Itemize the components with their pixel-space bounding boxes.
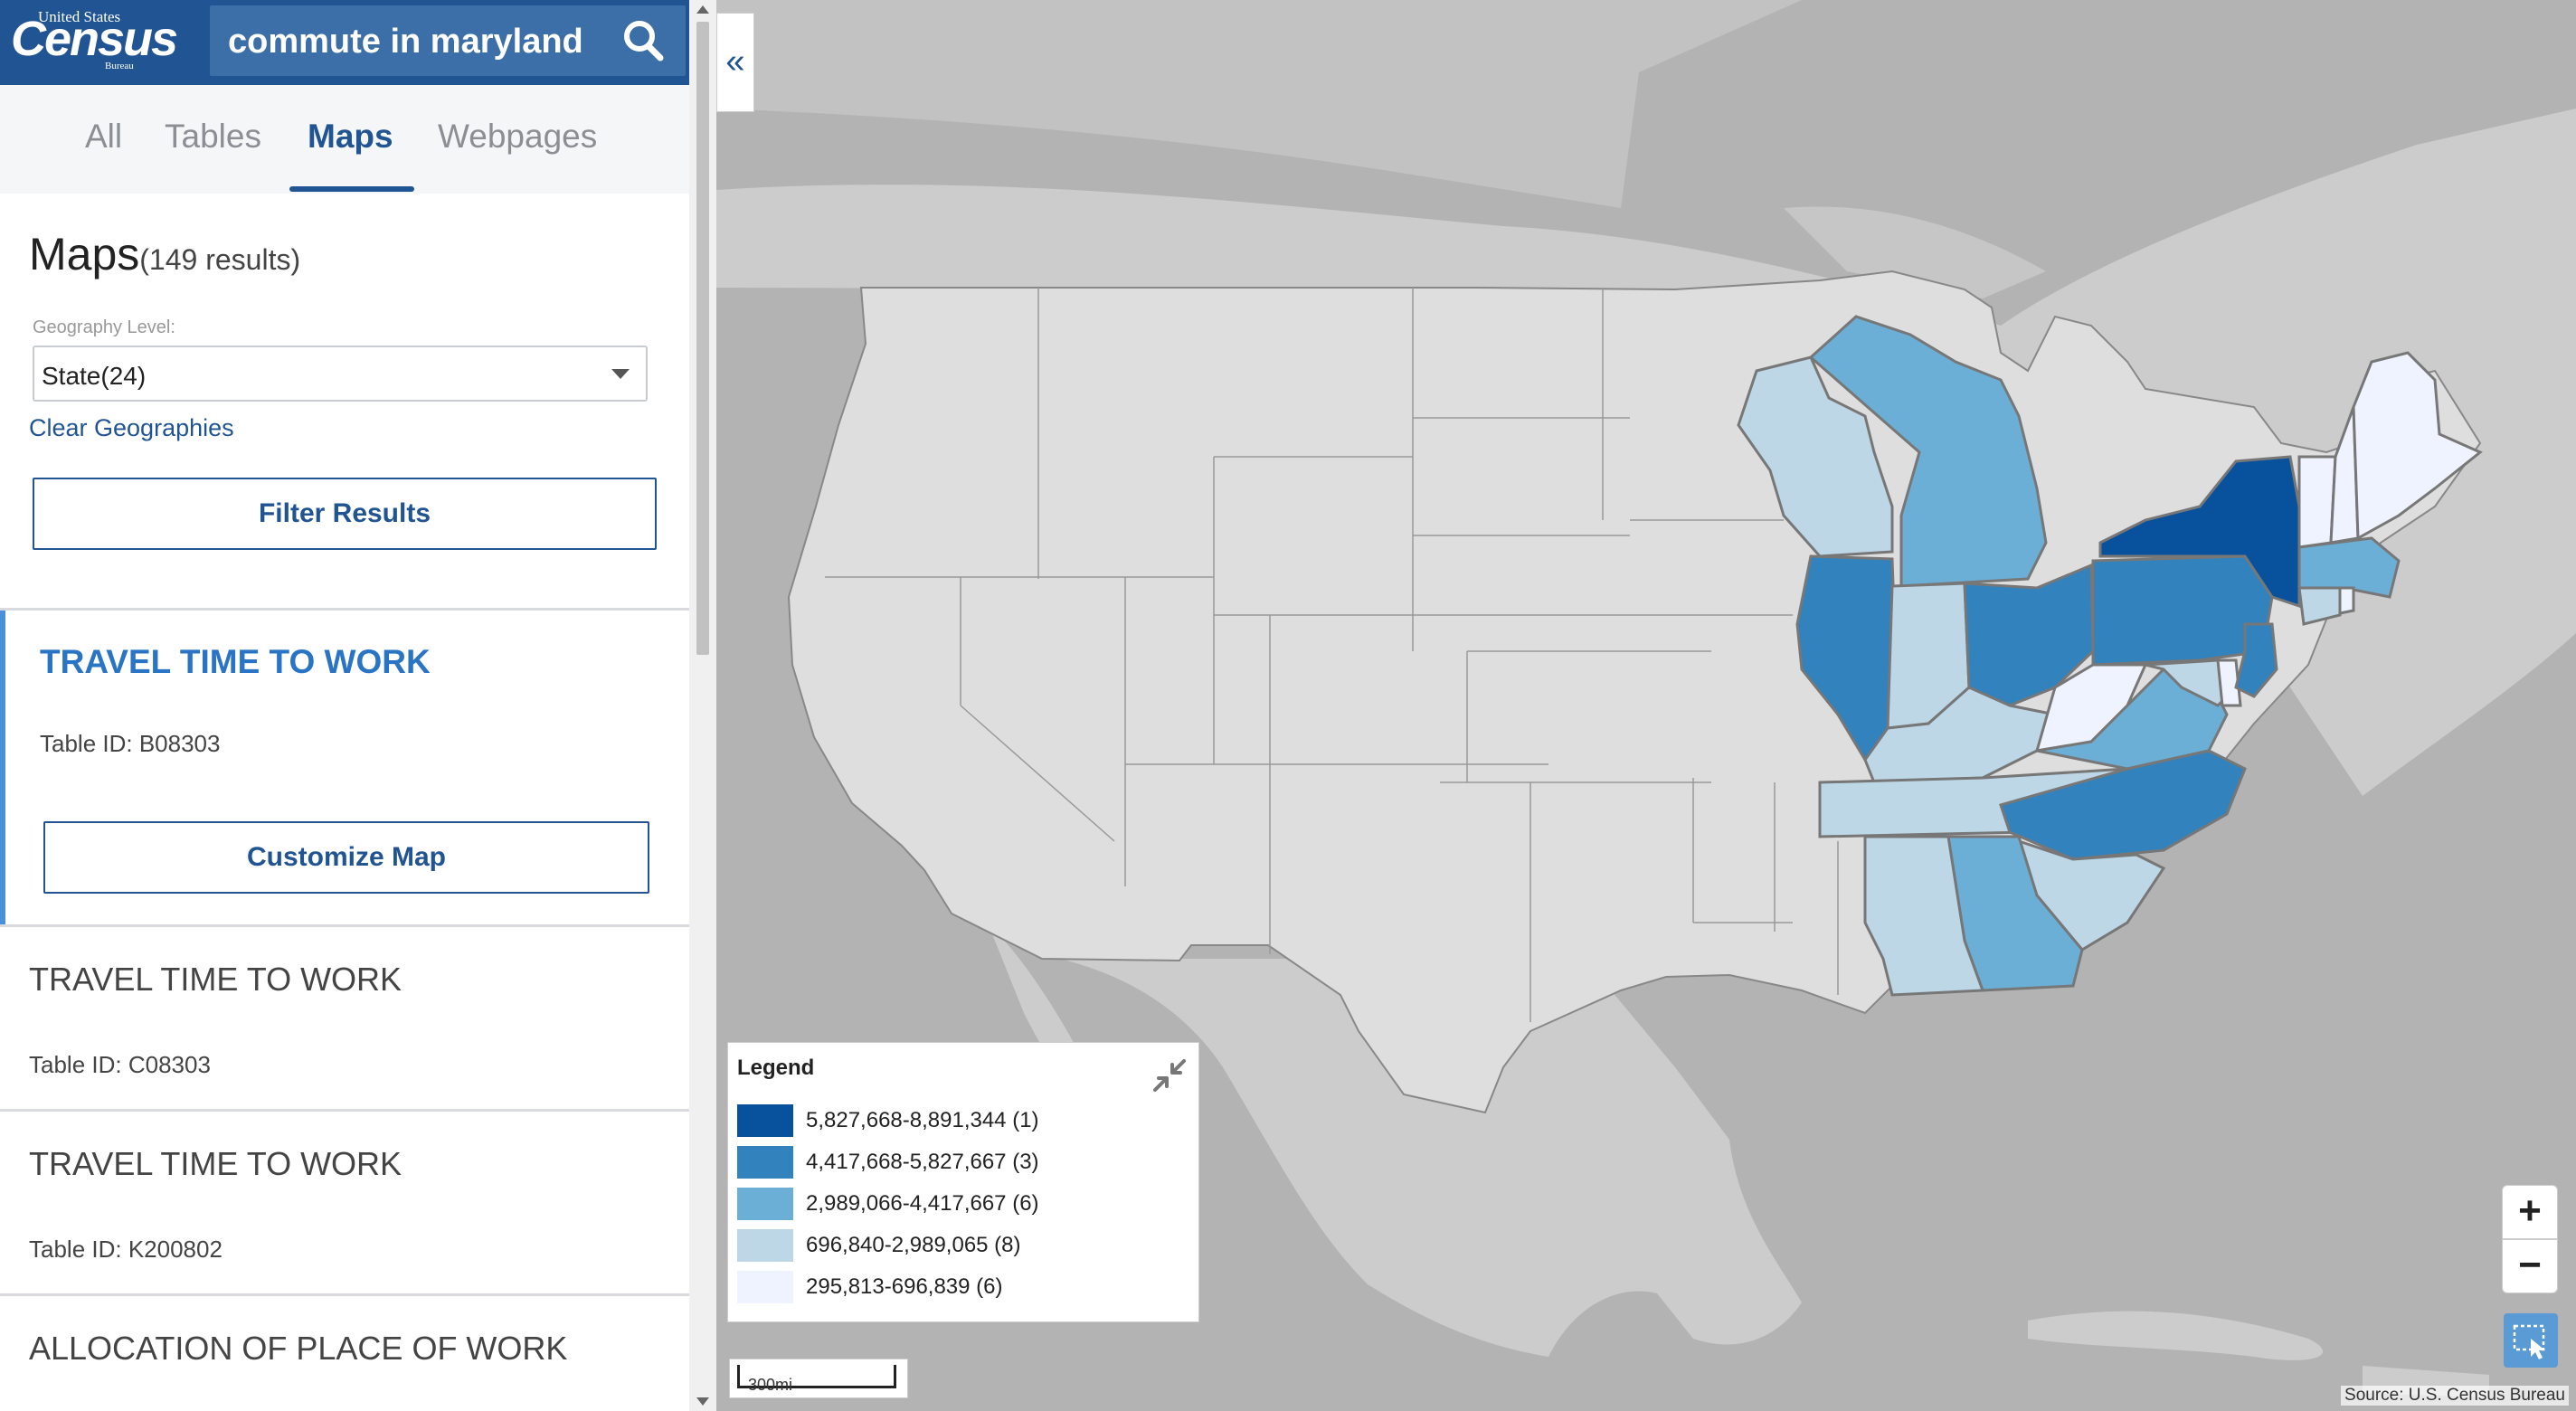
result-card-title[interactable]: TRAVEL TIME TO WORK (29, 1145, 402, 1183)
top-bar: United States Census Bureau (0, 0, 689, 85)
tab-tables[interactable]: Tables (165, 118, 261, 156)
logo-line3: Bureau (105, 61, 134, 71)
search-button[interactable] (620, 18, 669, 63)
customize-map-button[interactable]: Customize Map (43, 821, 649, 894)
legend-label: 696,840-2,989,065 (8) (806, 1233, 1021, 1257)
legend-label: 4,417,668-5,827,667 (3) (806, 1150, 1039, 1174)
collapse-legend-icon[interactable] (1150, 1056, 1189, 1095)
pointer-select-icon (2513, 1324, 2545, 1359)
geography-level-label: Geography Level: (33, 317, 175, 337)
tab-webpages[interactable]: Webpages (438, 118, 597, 156)
sidebar-scrollbar[interactable] (689, 0, 716, 1411)
search-box (210, 5, 686, 78)
legend-swatch (737, 1146, 793, 1179)
clear-geographies-link[interactable]: Clear Geographies (29, 414, 234, 442)
geography-level-select[interactable]: State(24) (33, 346, 648, 402)
active-tab-indicator (289, 186, 414, 192)
result-card-table-id: Table ID: C08303 (29, 1051, 211, 1078)
zoom-out-button[interactable]: − (2502, 1239, 2558, 1293)
scroll-down-arrow-icon[interactable] (696, 1397, 709, 1406)
legend-swatch (737, 1229, 793, 1262)
tab-maps[interactable]: Maps (308, 118, 393, 156)
scale-bar: 300mi (729, 1359, 908, 1398)
results-title: Maps (29, 229, 140, 279)
divider (0, 924, 689, 927)
chevron-down-icon (611, 369, 630, 379)
search-input[interactable] (210, 5, 619, 78)
results-heading: Maps(149 results) (29, 228, 300, 280)
state-rhode-island[interactable] (2338, 586, 2355, 615)
filter-results-button[interactable]: Filter Results (33, 478, 657, 550)
state-vermont[interactable] (2297, 455, 2337, 549)
result-card-title[interactable]: TRAVEL TIME TO WORK (40, 643, 431, 681)
search-sidebar: United States Census Bureau All Tables M… (0, 0, 689, 1411)
selection-tool-button[interactable] (2504, 1313, 2558, 1368)
result-card-selected[interactable]: TRAVEL TIME TO WORK Table ID: B08303 Cus… (0, 611, 689, 927)
scale-bar-label: 300mi (748, 1376, 793, 1394)
map-legend: Legend 5,827,668-8,891,344 (1) 4,417,668-… (727, 1042, 1199, 1322)
divider (0, 1293, 689, 1296)
results-count: (149 results) (139, 243, 301, 276)
result-card-table-id: Table ID: K200802 (29, 1236, 223, 1263)
collapse-panel-button[interactable]: « (716, 13, 754, 112)
legend-label: 2,989,066-4,417,667 (6) (806, 1191, 1039, 1216)
legend-title: Legend (737, 1056, 815, 1080)
logo-word: Census (11, 12, 178, 66)
result-card-title[interactable]: ALLOCATION OF PLACE OF WORK (29, 1330, 567, 1368)
scroll-up-arrow-icon[interactable] (696, 5, 709, 14)
zoom-in-button[interactable]: + (2502, 1185, 2558, 1239)
result-tabs: All Tables Maps Webpages (0, 85, 689, 194)
selected-indicator (0, 611, 5, 927)
legend-swatch (737, 1104, 793, 1137)
tab-all[interactable]: All (85, 118, 122, 156)
search-icon (624, 21, 664, 62)
result-card-table-id: Table ID: B08303 (40, 730, 221, 757)
divider (0, 1109, 689, 1112)
scrollbar-thumb[interactable] (696, 22, 709, 655)
census-logo[interactable]: United States Census Bureau (11, 7, 178, 71)
result-card-title[interactable]: TRAVEL TIME TO WORK (29, 961, 402, 999)
map-source-attribution: Source: U.S. Census Bureau (2341, 1386, 2569, 1406)
legend-swatch (737, 1188, 793, 1220)
legend-swatch (737, 1271, 793, 1303)
legend-label: 295,813-696,839 (6) (806, 1274, 1003, 1299)
geography-level-value: State(24) (42, 362, 147, 390)
legend-label: 5,827,668-8,891,344 (1) (806, 1108, 1039, 1132)
